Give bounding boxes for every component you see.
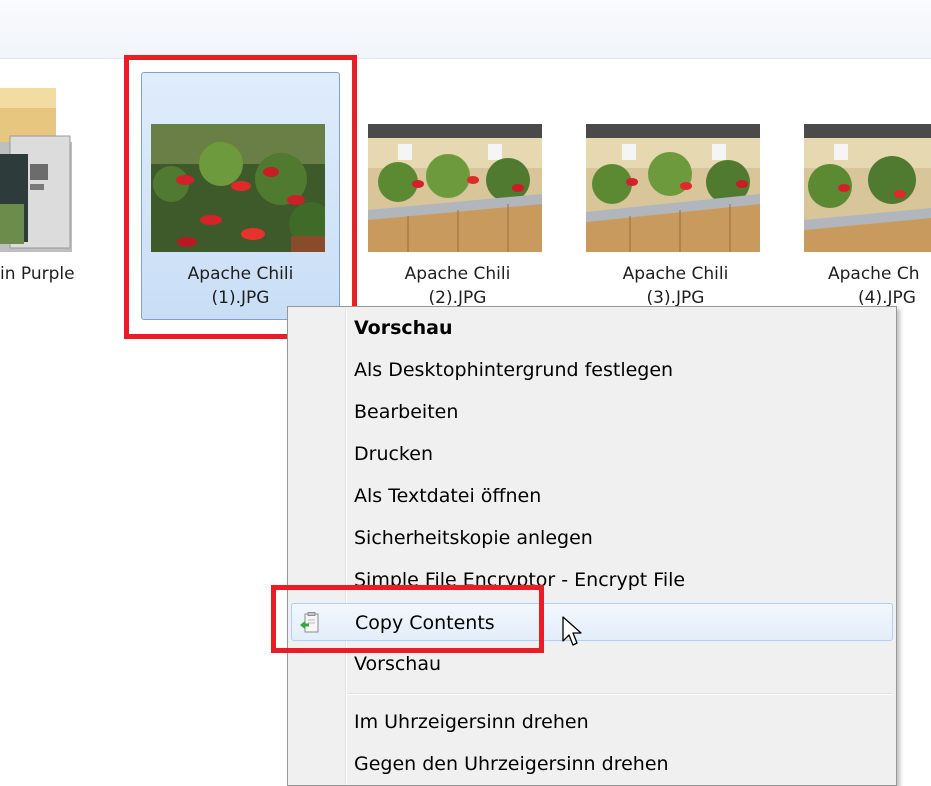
highlight-box-selected-file [124,55,357,339]
menu-item-label: Gegen den Uhrzeigersinn drehen [354,753,669,775]
menu-item-rotate-clockwise[interactable]: Im Uhrzeigersinn drehen [291,703,893,741]
menu-separator [348,693,892,695]
menu-item-open-as-text[interactable]: Als Textdatei öffnen [291,477,893,515]
menu-item-vorschau-default[interactable]: Vorschau [291,309,893,347]
menu-item-label: Als Desktophintergrund festlegen [354,359,674,381]
menu-item-label: Bearbeiten [354,401,459,423]
explorer-toolbar-strip [0,0,931,59]
menu-item-print[interactable]: Drucken [291,435,893,473]
image-thumbnail [586,124,760,252]
file-label: in Purple [0,264,75,284]
file-label-line1: Apache Chili [622,264,729,284]
image-thumbnail [804,124,931,252]
file-label-line1: Apache Ch [828,264,920,284]
file-item-apache-chili-3[interactable]: Apache Chili (3).JPG [576,72,775,320]
menu-item-edit[interactable]: Bearbeiten [291,393,893,431]
mouse-pointer-icon [562,616,582,646]
menu-item-label: Vorschau [354,317,453,339]
file-item-apache-chili-4[interactable]: Apache Ch (4).JPG [794,72,931,320]
file-item-apache-chili-2[interactable]: Apache Chili (2).JPG [358,72,557,320]
file-label-line1: Apache Chili [404,264,511,284]
menu-item-label: Im Uhrzeigersinn drehen [354,711,589,733]
folder-icon [0,88,72,252]
highlight-box-copy-contents [271,585,544,653]
menu-item-label: Als Textdatei öffnen [354,485,542,507]
menu-item-create-backup[interactable]: Sicherheitskopie anlegen [291,519,893,557]
menu-item-set-desktop-background[interactable]: Als Desktophintergrund festlegen [291,351,893,389]
file-item-folder[interactable]: in Purple [0,70,120,300]
image-thumbnail [368,124,542,252]
menu-item-label: Sicherheitskopie anlegen [354,527,593,549]
menu-item-label: Drucken [354,443,433,465]
menu-item-rotate-counterclockwise[interactable]: Gegen den Uhrzeigersinn drehen [291,745,893,783]
context-menu: Vorschau Als Desktophintergrund festlege… [287,306,897,786]
